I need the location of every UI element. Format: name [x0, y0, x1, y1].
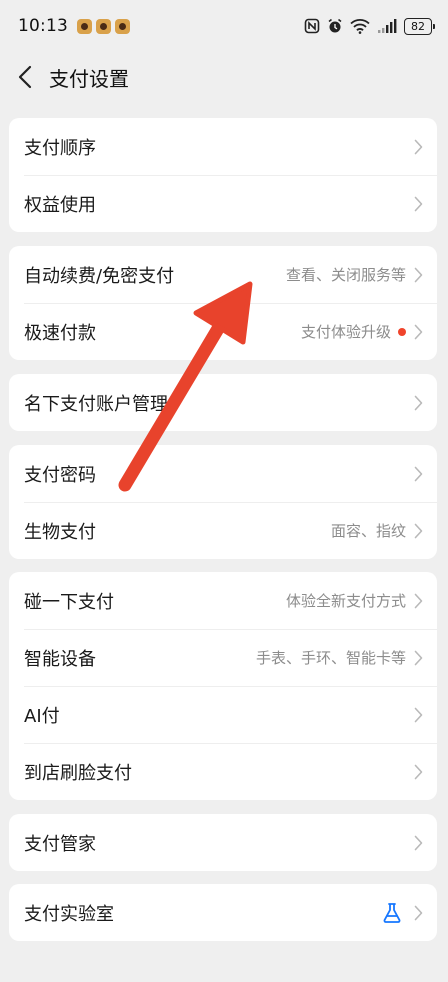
- settings-group: 支付实验室: [9, 884, 437, 941]
- chevron-right-icon: [414, 650, 423, 666]
- payment-manager-item[interactable]: 支付管家: [9, 814, 437, 871]
- red-dot-badge: [398, 327, 406, 336]
- fast-payment-item[interactable]: 极速付款 支付体验升级: [9, 303, 437, 360]
- chevron-right-icon: [414, 196, 423, 212]
- item-label: 碰一下支付: [24, 591, 114, 613]
- battery-icon: 82: [404, 17, 435, 35]
- settings-group: 支付密码 生物支付 面容、指纹: [9, 445, 437, 559]
- nav-bar: 支付设置: [0, 52, 448, 102]
- item-label: 到店刷脸支付: [24, 762, 132, 784]
- settings-group: 自动续费/免密支付 查看、关闭服务等 极速付款 支付体验升级: [9, 246, 437, 360]
- item-label: 自动续费/免密支付: [24, 265, 175, 287]
- item-hint: 面容、指纹: [330, 522, 406, 540]
- auto-renewal-item[interactable]: 自动续费/免密支付 查看、关闭服务等: [9, 246, 437, 303]
- face-pay-item[interactable]: 到店刷脸支付: [9, 743, 437, 800]
- chevron-left-icon: [18, 65, 32, 89]
- item-label: 极速付款: [24, 322, 96, 344]
- payment-accounts-item[interactable]: 名下支付账户管理: [9, 374, 437, 431]
- item-label: 支付密码: [24, 464, 96, 486]
- settings-group: 名下支付账户管理: [9, 374, 437, 431]
- chevron-right-icon: [414, 466, 423, 482]
- item-hint: 支付体验升级: [300, 323, 391, 341]
- item-label: 权益使用: [24, 194, 96, 216]
- item-label: 名下支付账户管理: [24, 393, 168, 415]
- flask-icon: [380, 901, 404, 925]
- status-bar: 10:13 82: [0, 0, 448, 52]
- settings-group: 碰一下支付 体验全新支付方式 智能设备 手表、手环、智能卡等 AI付 到店刷脸支…: [9, 572, 437, 800]
- chevron-right-icon: [414, 835, 423, 851]
- item-label: 支付管家: [24, 833, 96, 855]
- payment-lab-item[interactable]: 支付实验室: [9, 884, 437, 941]
- status-app-icons: [77, 18, 130, 34]
- item-hint: 查看、关闭服务等: [285, 266, 406, 284]
- wifi-icon: [350, 18, 370, 34]
- tap-to-pay-item[interactable]: 碰一下支付 体验全新支付方式: [9, 572, 437, 629]
- item-label: 智能设备: [24, 648, 96, 670]
- settings-group: 支付管家: [9, 814, 437, 871]
- chevron-right-icon: [414, 707, 423, 723]
- app-icon: [115, 18, 130, 34]
- item-hint: 手表、手环、智能卡等: [255, 649, 406, 667]
- chevron-right-icon: [414, 395, 423, 411]
- signal-icon: [377, 18, 397, 34]
- payment-order-item[interactable]: 支付顺序: [9, 118, 437, 175]
- chevron-right-icon: [414, 267, 423, 283]
- chevron-right-icon: [414, 905, 423, 921]
- item-hint: 体验全新支付方式: [285, 592, 406, 610]
- smart-devices-item[interactable]: 智能设备 手表、手环、智能卡等: [9, 629, 437, 686]
- benefits-usage-item[interactable]: 权益使用: [9, 175, 437, 232]
- item-label: 生物支付: [24, 521, 96, 543]
- app-icon: [77, 18, 92, 34]
- nfc-icon: [304, 18, 320, 34]
- settings-group: 支付顺序 权益使用: [9, 118, 437, 232]
- status-time: 10:13: [18, 16, 68, 36]
- biometric-payment-item[interactable]: 生物支付 面容、指纹: [9, 502, 437, 559]
- chevron-right-icon: [414, 523, 423, 539]
- back-button[interactable]: [10, 57, 40, 97]
- item-label: AI付: [24, 705, 60, 727]
- ai-pay-item[interactable]: AI付: [9, 686, 437, 743]
- chevron-right-icon: [414, 324, 423, 340]
- item-label: 支付实验室: [24, 903, 114, 925]
- chevron-right-icon: [414, 593, 423, 609]
- status-indicators: 82: [304, 17, 435, 35]
- page-title: 支付设置: [49, 66, 129, 91]
- payment-password-item[interactable]: 支付密码: [9, 445, 437, 502]
- item-label: 支付顺序: [24, 137, 96, 159]
- app-icon: [96, 18, 111, 34]
- chevron-right-icon: [414, 139, 423, 155]
- alarm-icon: [327, 18, 343, 34]
- chevron-right-icon: [414, 764, 423, 780]
